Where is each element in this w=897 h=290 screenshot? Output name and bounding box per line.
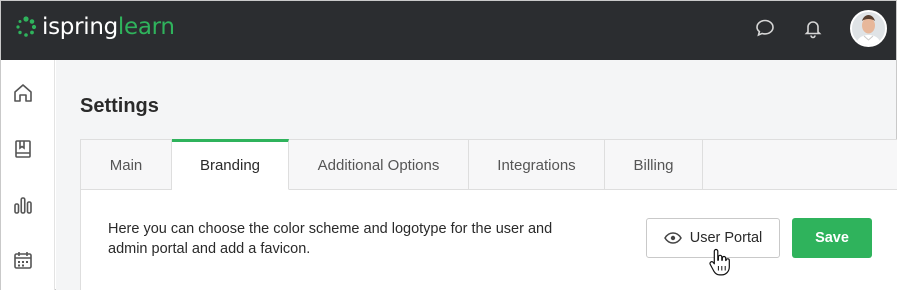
tab-label: Additional Options (317, 156, 440, 174)
user-portal-button[interactable]: User Portal (646, 218, 780, 258)
settings-panel: Main Branding Additional Options Integra… (80, 139, 897, 290)
tab-label: Billing (633, 156, 674, 174)
calendar-icon[interactable] (11, 248, 35, 272)
tab-branding[interactable]: Branding (172, 139, 289, 190)
home-icon[interactable] (11, 81, 35, 105)
logo-spinner-icon (16, 16, 37, 37)
main-content: Settings Main Branding Additional Option… (56, 60, 897, 290)
logo-text: ispringlearn (42, 14, 175, 40)
tab-main[interactable]: Main (81, 140, 172, 190)
reports-icon[interactable] (11, 193, 35, 217)
tab-label: Integrations (497, 156, 576, 174)
tab-label: Main (109, 156, 143, 174)
tab-integrations[interactable]: Integrations (469, 140, 605, 190)
book-icon[interactable] (11, 137, 35, 161)
save-button[interactable]: Save (792, 218, 872, 258)
eye-icon (663, 232, 682, 244)
tab-additional-options[interactable]: Additional Options (289, 140, 469, 190)
ispring-learn-logo[interactable]: ispringlearn (15, 11, 175, 43)
branding-description: Here you can choose the color scheme and… (108, 221, 553, 257)
logo-text-learn: learn (117, 14, 175, 40)
sidebar (1, 60, 55, 290)
chat-icon[interactable] (753, 16, 777, 40)
user-portal-label: User Portal (689, 230, 763, 246)
tab-billing[interactable]: Billing (605, 140, 703, 190)
tab-label: Branding (199, 157, 261, 174)
top-bar: ispringlearn (1, 1, 896, 60)
logo-text-ispring: ispring (42, 14, 118, 40)
user-avatar[interactable] (850, 10, 887, 47)
page-title: Settings (80, 95, 159, 117)
settings-tabs: Main Branding Additional Options Integra… (81, 139, 897, 190)
bell-icon[interactable] (801, 16, 825, 40)
